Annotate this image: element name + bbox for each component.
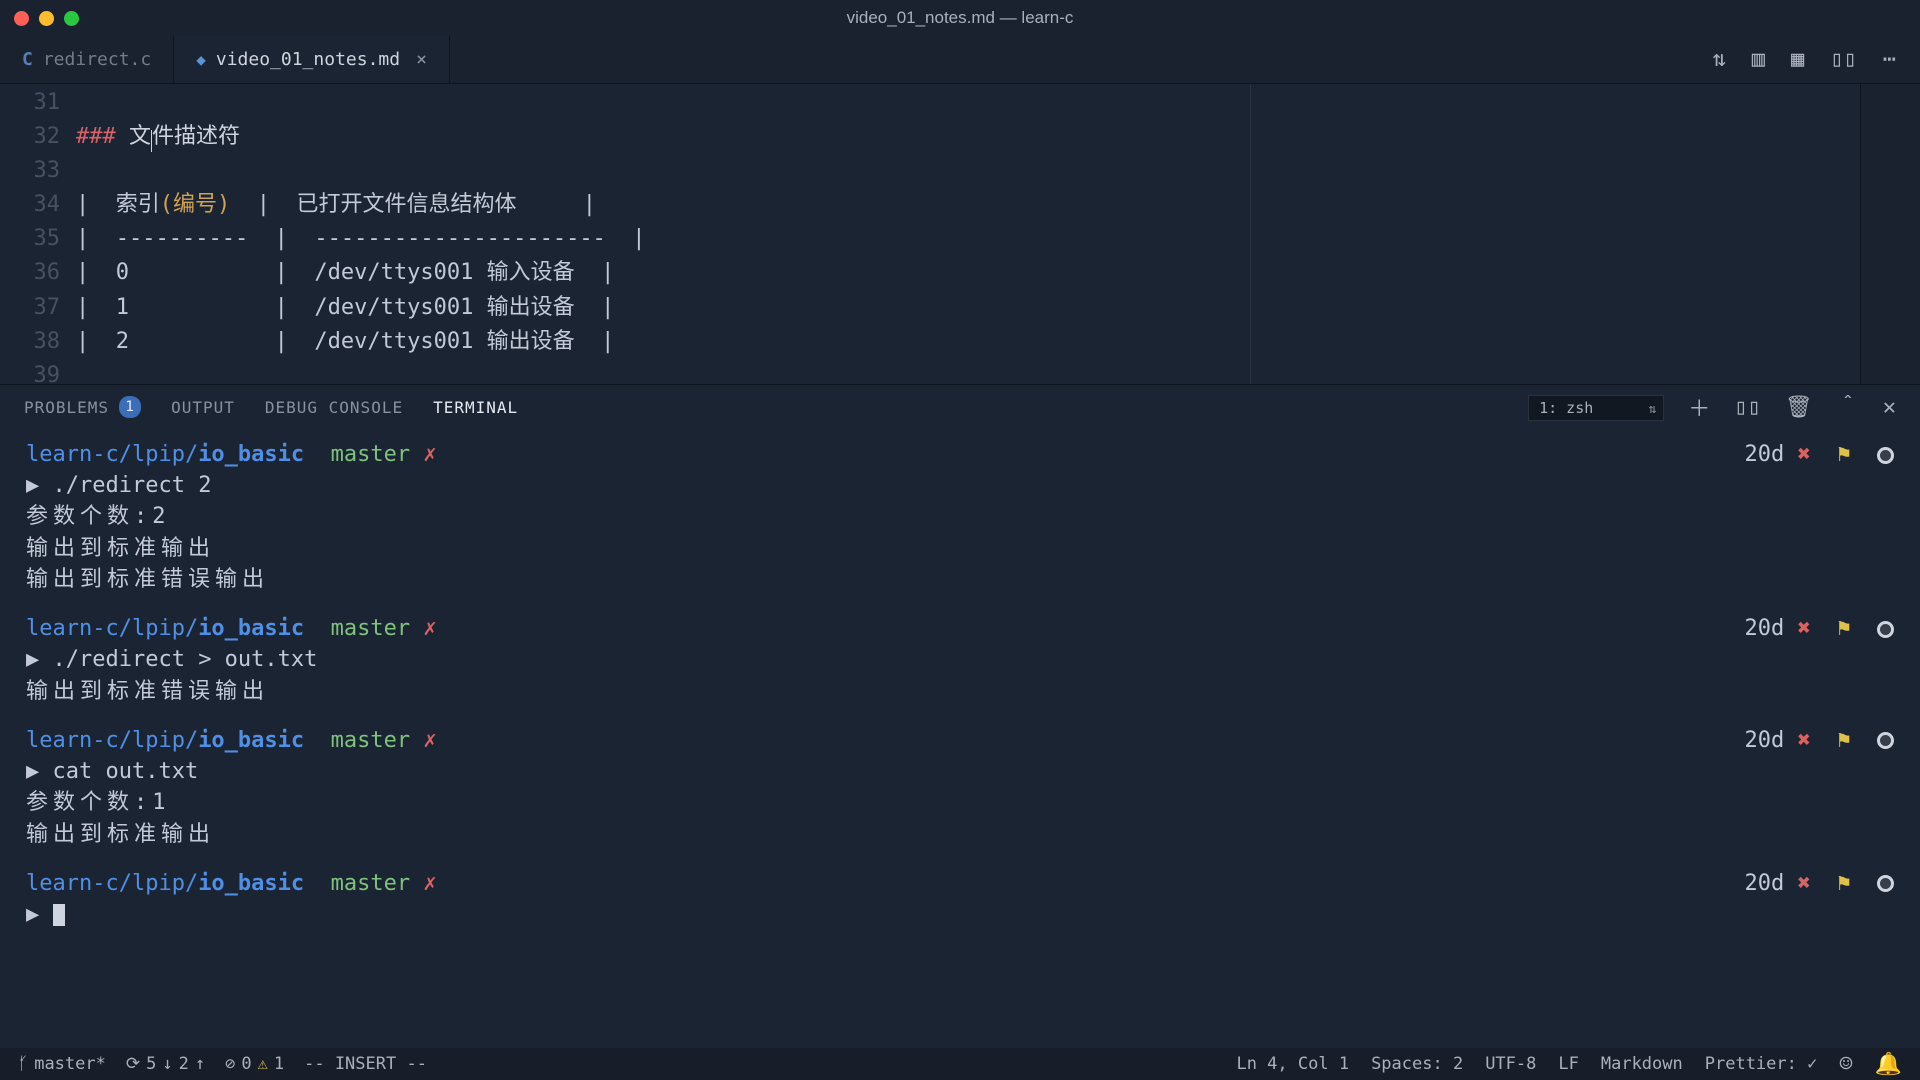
problems-badge: 1 <box>119 396 141 418</box>
bell-icon[interactable]: 🔔 <box>1875 1052 1902 1077</box>
close-panel-icon[interactable]: ✕ <box>1883 395 1896 420</box>
tab-label: video_01_notes.md <box>216 49 400 70</box>
status-bar: ᚶ master* ⟳ 5↓ 2↑ ⊘ 0 ⚠ 1 -- INSERT -- L… <box>0 1048 1920 1080</box>
tab-debug-console[interactable]: DEBUG CONSOLE <box>265 398 403 417</box>
kill-terminal-icon[interactable]: 🗑 <box>1785 395 1813 420</box>
maximize-window-icon[interactable] <box>64 11 79 26</box>
editor-actions: ⇅ ▥ ▦ ▯▯ ⋯ <box>1713 36 1920 83</box>
editor-tab-bar: C redirect.c ◆ video_01_notes.md × ⇅ ▥ ▦… <box>0 36 1920 84</box>
eol[interactable]: LF <box>1558 1054 1578 1074</box>
c-file-icon: C <box>22 49 33 70</box>
close-icon[interactable]: × <box>416 49 427 70</box>
open-preview-icon[interactable]: ▦ <box>1791 47 1804 72</box>
bottom-panel: PROBLEMS 1 OUTPUT DEBUG CONSOLE TERMINAL… <box>0 384 1920 1048</box>
tab-problems[interactable]: PROBLEMS 1 <box>24 396 141 418</box>
markdown-file-icon: ◆ <box>196 50 206 69</box>
split-editor-icon[interactable]: ▯▯ <box>1830 47 1857 72</box>
tab-label: redirect.c <box>43 49 151 70</box>
titlebar: video_01_notes.md — learn-c <box>0 0 1920 36</box>
more-actions-icon[interactable]: ⋯ <box>1883 47 1896 72</box>
new-terminal-icon[interactable]: ＋ <box>1688 391 1710 423</box>
maximize-panel-icon[interactable]: ＾ <box>1837 391 1859 423</box>
window-title: video_01_notes.md — learn-c <box>0 8 1920 28</box>
prettier-status[interactable]: Prettier: ✓ <box>1705 1054 1818 1074</box>
sync-status[interactable]: ⟳ 5↓ 2↑ <box>126 1054 205 1074</box>
feedback-icon[interactable]: ☺ <box>1839 1052 1852 1077</box>
code-area[interactable]: ### 文件描述符 | 索引(编号) | 已打开文件信息结构体 || -----… <box>76 84 646 384</box>
split-terminal-icon[interactable]: ▯▯ <box>1734 395 1761 420</box>
indent[interactable]: Spaces: 2 <box>1371 1054 1463 1074</box>
preview-side-icon[interactable]: ▥ <box>1752 47 1765 72</box>
cursor-pos[interactable]: Ln 4, Col 1 <box>1236 1054 1349 1074</box>
line-gutter: 313233343536373839 <box>0 84 76 384</box>
tab-output[interactable]: OUTPUT <box>171 398 235 417</box>
editor[interactable]: 313233343536373839 ### 文件描述符 | 索引(编号) | … <box>0 84 1920 384</box>
minimize-window-icon[interactable] <box>39 11 54 26</box>
branch-status[interactable]: ᚶ master* <box>18 1054 106 1074</box>
minimap[interactable] <box>1860 84 1920 384</box>
terminal[interactable]: learn-c/lpip/io_basic master ✗20d ✖ ⚑ ▶ … <box>0 429 1920 1048</box>
editor-mode: -- INSERT -- <box>304 1054 427 1074</box>
tab-redirect-c[interactable]: C redirect.c <box>0 36 174 83</box>
encoding[interactable]: UTF-8 <box>1485 1054 1536 1074</box>
ruler <box>1250 84 1251 384</box>
diagnostics[interactable]: ⊘ 0 ⚠ 1 <box>225 1054 284 1074</box>
terminal-select[interactable]: 1: zsh <box>1528 395 1664 421</box>
tab-video-01-notes[interactable]: ◆ video_01_notes.md × <box>174 36 450 83</box>
compare-icon[interactable]: ⇅ <box>1713 47 1726 72</box>
close-window-icon[interactable] <box>14 11 29 26</box>
tab-terminal[interactable]: TERMINAL <box>433 398 518 417</box>
window-controls <box>14 11 79 26</box>
language-mode[interactable]: Markdown <box>1601 1054 1683 1074</box>
